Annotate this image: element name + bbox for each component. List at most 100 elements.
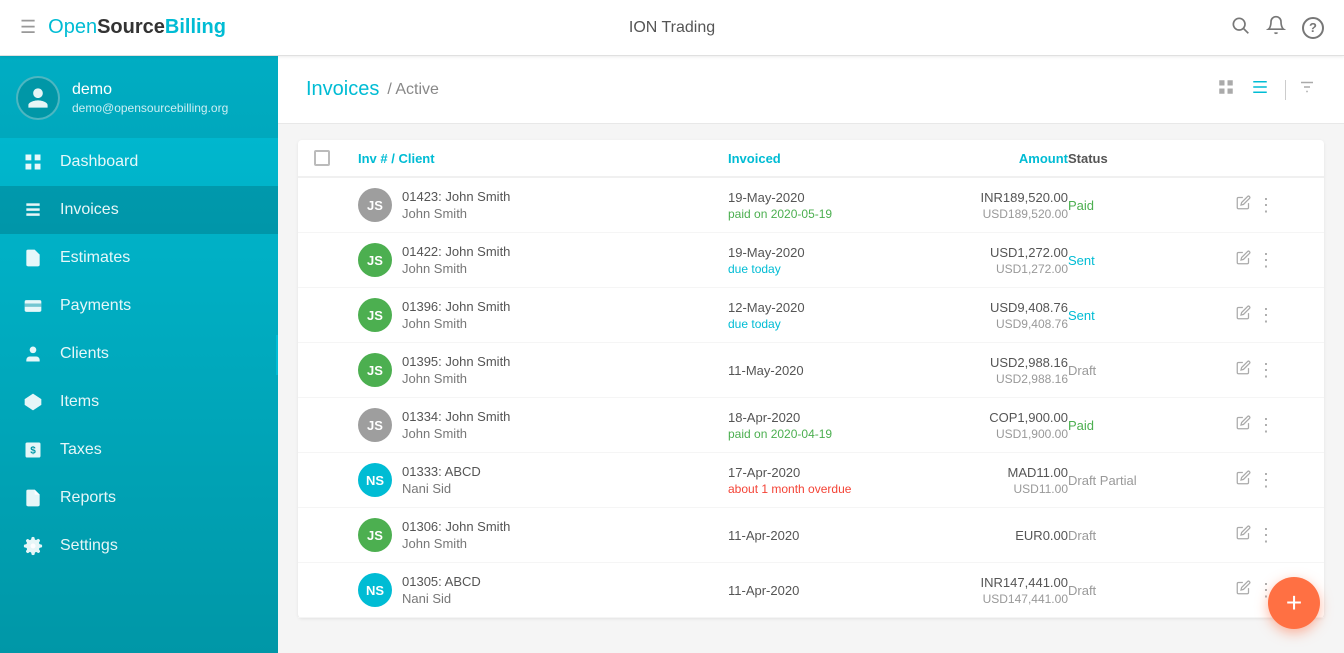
edit-icon-1[interactable] bbox=[1236, 250, 1251, 270]
payments-icon bbox=[20, 296, 46, 316]
edit-icon-3[interactable] bbox=[1236, 360, 1251, 380]
th-status: Status bbox=[1068, 151, 1228, 166]
brand-billing: Billing bbox=[165, 16, 226, 39]
hamburger-icon[interactable]: ☰ bbox=[20, 17, 36, 38]
inv-number-7[interactable]: 01305: ABCD bbox=[402, 574, 481, 589]
edit-icon-7[interactable] bbox=[1236, 580, 1251, 600]
edit-icon-0[interactable] bbox=[1236, 195, 1251, 215]
date-sub-0: paid on 2020-05-19 bbox=[728, 207, 908, 221]
more-icon-3[interactable]: ⋮ bbox=[1257, 360, 1276, 381]
amount-sub-1: USD1,272.00 bbox=[908, 262, 1068, 276]
amount-main-6: EUR0.00 bbox=[908, 528, 1068, 543]
client-name-3: John Smith bbox=[402, 371, 510, 386]
inv-number-2[interactable]: 01396: John Smith bbox=[402, 299, 510, 314]
inv-number-1[interactable]: 01422: John Smith bbox=[402, 244, 510, 259]
row-actions-1: ⋮ bbox=[1236, 250, 1308, 271]
inv-number-5[interactable]: 01333: ABCD bbox=[402, 464, 481, 479]
sidebar-item-items[interactable]: Items bbox=[0, 378, 278, 426]
select-all-checkbox[interactable] bbox=[314, 150, 330, 166]
date-sub-4: paid on 2020-04-19 bbox=[728, 427, 908, 441]
row-client-cell-6: JS 01306: John Smith John Smith bbox=[358, 518, 728, 552]
more-icon-5[interactable]: ⋮ bbox=[1257, 470, 1276, 491]
more-icon-6[interactable]: ⋮ bbox=[1257, 525, 1276, 546]
table-row: JS 01396: John Smith John Smith 12-May-2… bbox=[298, 288, 1324, 343]
inv-number-4[interactable]: 01334: John Smith bbox=[402, 409, 510, 424]
row-actions-4: ⋮ bbox=[1236, 415, 1308, 436]
filter-button[interactable] bbox=[1298, 78, 1316, 101]
edit-icon-4[interactable] bbox=[1236, 415, 1251, 435]
sidebar-item-invoices[interactable]: Invoices bbox=[0, 186, 278, 234]
date-sub-2: due today bbox=[728, 317, 908, 331]
view-controls bbox=[1213, 74, 1316, 105]
date-text-6: 11-Apr-2020 bbox=[728, 528, 908, 543]
sidebar-item-dashboard[interactable]: Dashboard bbox=[0, 138, 278, 186]
row-avatar-2: JS bbox=[358, 298, 392, 332]
amount-main-0: INR189,520.00 bbox=[908, 190, 1068, 205]
row-info-4: 01334: John Smith John Smith bbox=[402, 409, 510, 441]
sidebar-label-estimates: Estimates bbox=[60, 249, 130, 267]
amount-main-3: USD2,988.16 bbox=[908, 355, 1068, 370]
row-info-7: 01305: ABCD Nani Sid bbox=[402, 574, 481, 606]
more-icon-1[interactable]: ⋮ bbox=[1257, 250, 1276, 271]
row-avatar-1: JS bbox=[358, 243, 392, 277]
table-row: JS 01395: John Smith John Smith 11-May-2… bbox=[298, 343, 1324, 398]
reports-icon bbox=[20, 488, 46, 508]
sidebar-item-estimates[interactable]: Estimates bbox=[0, 234, 278, 282]
amount-main-7: INR147,441.00 bbox=[908, 575, 1068, 590]
row-amount-4: COP1,900.00 USD1,900.00 bbox=[908, 410, 1068, 441]
amount-sub-4: USD1,900.00 bbox=[908, 427, 1068, 441]
sidebar-item-payments[interactable]: Payments bbox=[0, 282, 278, 330]
sidebar-item-settings[interactable]: Settings bbox=[0, 522, 278, 570]
list-view-button[interactable] bbox=[1247, 74, 1273, 105]
clients-icon bbox=[20, 344, 46, 364]
status-badge-7: Draft bbox=[1068, 583, 1096, 598]
inv-number-6[interactable]: 01306: John Smith bbox=[402, 519, 510, 534]
th-inv-client: Inv # / Client bbox=[358, 151, 728, 166]
main-layout: demo demo@opensourcebilling.org Dashboar… bbox=[0, 56, 1344, 653]
row-amount-6: EUR0.00 bbox=[908, 528, 1068, 543]
date-text-0: 19-May-2020 bbox=[728, 190, 908, 205]
more-icon-2[interactable]: ⋮ bbox=[1257, 305, 1276, 326]
row-info-0: 01423: John Smith John Smith bbox=[402, 189, 510, 221]
client-name-6: John Smith bbox=[402, 536, 510, 551]
bell-icon[interactable] bbox=[1266, 15, 1286, 41]
edit-icon-5[interactable] bbox=[1236, 470, 1251, 490]
table-row: JS 01422: John Smith John Smith 19-May-2… bbox=[298, 233, 1324, 288]
grid-view-button[interactable] bbox=[1213, 74, 1239, 105]
search-icon[interactable] bbox=[1230, 15, 1250, 41]
help-icon[interactable]: ? bbox=[1302, 17, 1324, 39]
sidebar-item-reports[interactable]: Reports bbox=[0, 474, 278, 522]
status-badge-4: Paid bbox=[1068, 418, 1094, 433]
date-text-7: 11-Apr-2020 bbox=[728, 583, 908, 598]
sidebar-label-dashboard: Dashboard bbox=[60, 153, 138, 171]
more-icon-4[interactable]: ⋮ bbox=[1257, 415, 1276, 436]
status-badge-5: Draft Partial bbox=[1068, 473, 1137, 488]
table-rows: JS 01423: John Smith John Smith 19-May-2… bbox=[298, 178, 1324, 618]
inv-number-3[interactable]: 01395: John Smith bbox=[402, 354, 510, 369]
sidebar-item-clients[interactable]: Clients bbox=[0, 330, 278, 378]
sidebar-label-taxes: Taxes bbox=[60, 441, 102, 459]
amount-main-2: USD9,408.76 bbox=[908, 300, 1068, 315]
svg-text:$: $ bbox=[30, 445, 36, 456]
date-text-1: 19-May-2020 bbox=[728, 245, 908, 260]
amount-main-1: USD1,272.00 bbox=[908, 245, 1068, 260]
row-actions-5: ⋮ bbox=[1236, 470, 1308, 491]
page-header: Invoices / Active bbox=[278, 56, 1344, 124]
sidebar-label-reports: Reports bbox=[60, 489, 116, 507]
row-avatar-6: JS bbox=[358, 518, 392, 552]
date-text-3: 11-May-2020 bbox=[728, 363, 908, 378]
avatar bbox=[16, 76, 60, 120]
add-invoice-fab[interactable]: + bbox=[1268, 577, 1320, 629]
sidebar-label-invoices: Invoices bbox=[60, 201, 119, 219]
sidebar-item-taxes[interactable]: $ Taxes bbox=[0, 426, 278, 474]
th-check bbox=[314, 150, 358, 166]
sidebar-label-items: Items bbox=[60, 393, 99, 411]
edit-icon-6[interactable] bbox=[1236, 525, 1251, 545]
edit-icon-2[interactable] bbox=[1236, 305, 1251, 325]
row-status-6: Draft bbox=[1068, 528, 1228, 543]
inv-number-0[interactable]: 01423: John Smith bbox=[402, 189, 510, 204]
th-invoiced: Invoiced bbox=[728, 151, 908, 166]
row-client-cell-1: JS 01422: John Smith John Smith bbox=[358, 243, 728, 277]
more-icon-0[interactable]: ⋮ bbox=[1257, 195, 1276, 216]
brand-logo: Open Source Billing bbox=[48, 16, 226, 39]
